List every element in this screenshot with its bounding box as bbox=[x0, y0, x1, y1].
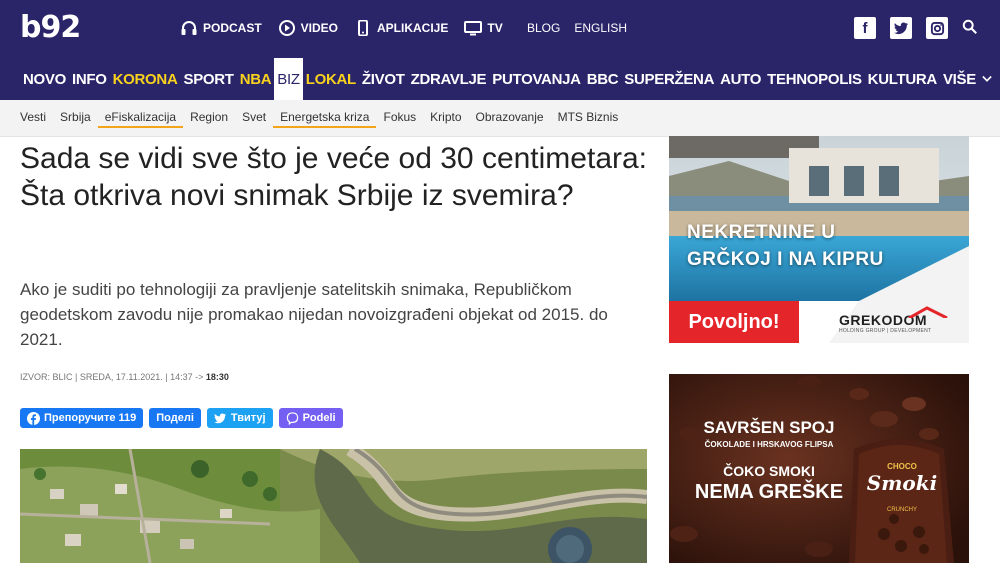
nav-kultura[interactable]: KULTURA bbox=[865, 58, 940, 100]
ad-smoki[interactable]: SAVRŠEN SPOJ ČOKOLADE I HRSKAVOG FLIPSA … bbox=[669, 374, 969, 563]
subnav-vesti[interactable]: Vesti bbox=[20, 100, 53, 134]
headphones-icon bbox=[181, 21, 197, 35]
subnav-fokus[interactable]: Fokus bbox=[376, 100, 423, 134]
pack-brand-label: Smoki bbox=[866, 471, 938, 495]
site-header: b92 PODCAST VIDEO APLIKACIJE TV BLOG ENG… bbox=[0, 0, 1000, 100]
article-title: Sada se vidi sve što je veće od 30 centi… bbox=[20, 142, 648, 212]
viber-label: Podeli bbox=[302, 412, 336, 424]
share-bar: Препоручите 119 Поделi Твитуј Podeli bbox=[20, 408, 343, 428]
grekodom-logo: GREKODOM HOLDING GROUP | DEVELOPMENT bbox=[839, 306, 948, 334]
podcast-link[interactable]: PODCAST bbox=[180, 20, 262, 36]
facebook-share-button[interactable]: Поделi bbox=[149, 408, 201, 428]
nav-sport[interactable]: SPORT bbox=[181, 58, 237, 100]
smoki-package: CHOCO Smoki CRUNCHY bbox=[866, 462, 938, 513]
viber-icon bbox=[286, 411, 298, 425]
nav-superzena[interactable]: SUPERŽENA bbox=[621, 58, 717, 100]
ad1-cta-button[interactable]: Povoljno! bbox=[669, 301, 799, 343]
podcast-label: PODCAST bbox=[203, 21, 262, 35]
tv-icon bbox=[464, 21, 483, 36]
apps-link[interactable]: APLIKACIJE bbox=[354, 20, 448, 36]
facebook-icon bbox=[27, 411, 40, 425]
ad2-line1: SAVRŠEN SPOJ bbox=[703, 418, 835, 437]
tv-label: TV bbox=[487, 21, 503, 35]
blog-link[interactable]: BLOG bbox=[527, 21, 560, 35]
secondary-links: BLOG ENGLISH bbox=[527, 21, 627, 35]
article-meta: IZVOR: BLIC | SREDA, 17.11.2021. | 14:37… bbox=[20, 372, 229, 382]
subnav-region[interactable]: Region bbox=[183, 100, 235, 134]
subnav-kripto[interactable]: Kripto bbox=[423, 100, 468, 134]
facebook-icon[interactable]: f bbox=[854, 17, 876, 39]
social-links: f bbox=[854, 17, 980, 39]
top-links: PODCAST VIDEO APLIKACIJE TV bbox=[180, 20, 503, 36]
ad1-line1: NEKRETNINE U bbox=[687, 222, 836, 243]
sub-nav: Vesti Srbija eFiskalizacija Region Svet … bbox=[0, 100, 1000, 137]
nav-zdravlje[interactable]: ZDRAVLJE bbox=[408, 58, 490, 100]
ad2-line4: NEMA GREŠKE bbox=[694, 481, 844, 503]
grekodom-roof-icon bbox=[908, 306, 948, 318]
nav-korona[interactable]: KORONA bbox=[110, 58, 181, 100]
nav-info[interactable]: INFO bbox=[69, 58, 110, 100]
nav-novo[interactable]: NOVO bbox=[20, 58, 69, 100]
article-meta-time: 18:30 bbox=[205, 372, 229, 382]
instagram-icon[interactable] bbox=[926, 17, 948, 39]
english-link[interactable]: ENGLISH bbox=[574, 21, 627, 35]
main-nav: NOVO INFO KORONA SPORT NBA BIZ LOKAL ŽIV… bbox=[20, 58, 995, 100]
nav-nba[interactable]: NBA bbox=[237, 58, 275, 100]
pack-top-label: CHOCO bbox=[887, 462, 917, 471]
tweet-label: Твитуј bbox=[230, 412, 266, 424]
nav-bbc[interactable]: BBC bbox=[584, 58, 622, 100]
subnav-energetska-kriza[interactable]: Energetska kriza bbox=[273, 100, 377, 128]
subnav-srbija[interactable]: Srbija bbox=[53, 100, 98, 134]
facebook-recommend-button[interactable]: Препоручите 119 bbox=[20, 408, 144, 428]
nav-zivot[interactable]: ŽIVOT bbox=[359, 58, 408, 100]
subnav-efiskalizacija[interactable]: eFiskalizacija bbox=[97, 100, 184, 128]
article-photo bbox=[20, 449, 647, 563]
play-icon bbox=[278, 20, 295, 36]
ad2-text: SAVRŠEN SPOJ ČOKOLADE I HRSKAVOG FLIPSA … bbox=[689, 418, 849, 504]
b92-logo[interactable]: b92 bbox=[20, 10, 81, 45]
ad1-cta-label: Povoljno! bbox=[688, 310, 780, 333]
nav-lokal[interactable]: LOKAL bbox=[303, 58, 359, 100]
ad1-headline: NEKRETNINE U GRČKOJ I NA KIPRU bbox=[687, 219, 884, 273]
ad2-line3: ČOKO SMOKI bbox=[723, 463, 815, 479]
nav-biz[interactable]: BIZ bbox=[274, 58, 303, 100]
subnav-svet[interactable]: Svet bbox=[235, 100, 273, 134]
nav-putovanja[interactable]: PUTOVANJA bbox=[489, 58, 583, 100]
share-label: Поделi bbox=[156, 412, 194, 424]
search-icon[interactable] bbox=[962, 19, 980, 37]
video-link[interactable]: VIDEO bbox=[278, 20, 338, 36]
viber-share-button[interactable]: Podeli bbox=[278, 408, 343, 428]
nav-vise[interactable]: VIŠE bbox=[940, 58, 995, 100]
apps-label: APLIKACIJE bbox=[377, 21, 449, 35]
tv-link[interactable]: TV bbox=[464, 20, 503, 36]
twitter-icon bbox=[214, 412, 226, 423]
nav-auto[interactable]: AUTO bbox=[717, 58, 764, 100]
subnav-obrazovanje[interactable]: Obrazovanje bbox=[469, 100, 551, 134]
pack-sub-label: CRUNCHY bbox=[887, 507, 917, 513]
ad1-line2: GRČKOJ I NA KIPRU bbox=[687, 249, 884, 270]
tweet-button[interactable]: Твитуј bbox=[206, 408, 273, 428]
twitter-icon[interactable] bbox=[890, 17, 912, 39]
nav-tehnopolis[interactable]: TEHNOPOLIS bbox=[764, 58, 865, 100]
article-meta-prefix: IZVOR: BLIC | SREDA, 17.11.2021. | 14:37… bbox=[20, 372, 204, 382]
subnav-mts-biznis[interactable]: MTS Biznis bbox=[551, 100, 626, 134]
recommend-label: Препоручите 119 bbox=[44, 412, 137, 424]
nav-vise-label: VIŠE bbox=[942, 70, 976, 88]
ad2-line2: ČOKOLADE I HRSKAVOG FLIPSA bbox=[704, 440, 834, 449]
video-label: VIDEO bbox=[300, 21, 339, 35]
article-lead: Ako je suditi po tehnologiji za pravljen… bbox=[20, 280, 608, 349]
phone-icon bbox=[358, 20, 369, 36]
grekodom-brand-sub: HOLDING GROUP | DEVELOPMENT bbox=[839, 328, 932, 334]
chevron-down-icon bbox=[982, 75, 992, 82]
ad-real-estate[interactable]: NEKRETNINE U GRČKOJ I NA KIPRU Povoljno!… bbox=[669, 136, 969, 343]
